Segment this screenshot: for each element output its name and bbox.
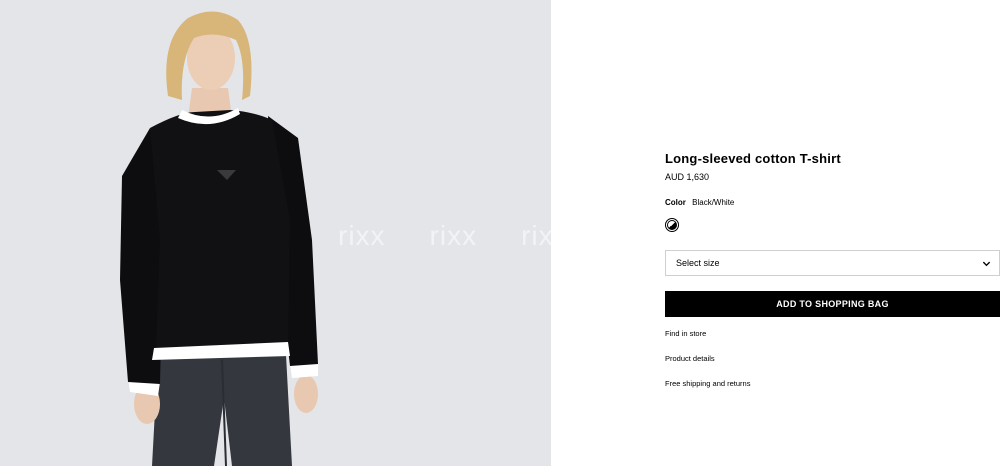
product-page: rixx rixx rixx Long-sleeved cotton T-shirt… [0,0,1000,466]
product-title: Long-sleeved cotton T-shirt [665,151,841,166]
product-details-link[interactable]: Product details [665,354,715,363]
product-details-panel: Long-sleeved cotton T-shirt AUD 1,630 Co… [665,0,1000,466]
color-label: Color [665,198,686,207]
find-in-store-link[interactable]: Find in store [665,329,706,338]
add-to-shopping-bag-button[interactable]: ADD TO SHOPPING BAG [665,291,1000,317]
product-price: AUD 1,630 [665,172,710,182]
size-select[interactable]: Select size [665,250,1000,276]
size-select-label: Select size [676,258,720,268]
color-row: Color Black/White [665,198,734,207]
watermark-text: rixx [338,220,386,251]
color-value: Black/White [692,198,735,207]
chevron-down-icon [982,259,991,268]
watermark-text: rixx [429,220,478,251]
product-image[interactable]: rixx rixx rixx [0,0,551,466]
swatch-fill [667,220,677,230]
color-swatch-black-white[interactable] [665,218,679,232]
shipping-returns-link[interactable]: Free shipping and returns [665,379,750,388]
watermark-text: rixx [521,220,551,251]
watermark: rixx rixx rixx [338,220,551,252]
